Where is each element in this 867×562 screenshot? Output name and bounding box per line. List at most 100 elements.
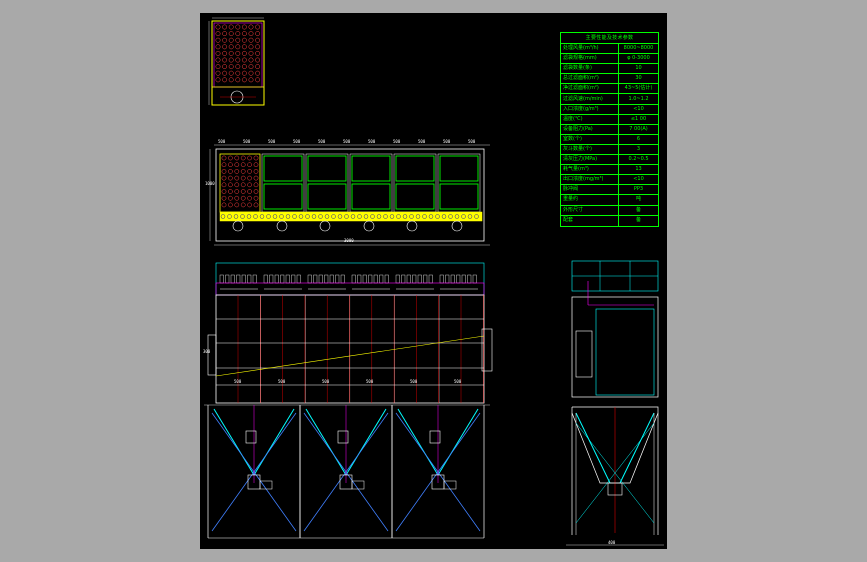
- filter-hole: [222, 77, 228, 83]
- side-elevation: 400: [566, 260, 664, 546]
- pulse-valve: [269, 274, 274, 284]
- filter-hole: [228, 24, 234, 30]
- filter-hole: [221, 175, 227, 181]
- pulse-valve: [291, 274, 296, 284]
- filter-hole: [253, 182, 259, 188]
- spec-param-value: 43~5(估计): [624, 85, 653, 92]
- pulse-valve: [467, 274, 472, 284]
- spec-row: 脉冲阀 PP3: [561, 185, 658, 196]
- spec-param-value: 10: [635, 65, 642, 72]
- pulse-valve: [423, 274, 428, 284]
- filter-hole: [248, 77, 254, 83]
- plan-dim-top: 500: [243, 139, 251, 144]
- spec-row: 出口浓度(mg/m³) <10: [561, 175, 658, 186]
- filter-hole: [228, 162, 233, 168]
- filter-hole: [215, 57, 221, 63]
- spec-param-name: 净过滤面积(m²): [561, 84, 619, 94]
- spec-row: 重量约 吨: [561, 195, 658, 206]
- spec-row: 清灰压力(MPa) 0.2~0.5: [561, 155, 658, 166]
- filter-hole: [228, 64, 234, 70]
- pulse-valve: [450, 274, 455, 284]
- filter-hole: [247, 189, 252, 194]
- filter-hole: [253, 195, 259, 201]
- front-dim-mid: 500: [322, 379, 330, 384]
- spec-param-value: 3: [636, 145, 641, 152]
- outlet-circle: [232, 220, 244, 232]
- pulse-valve: [318, 274, 323, 284]
- filter-plate-detail: [208, 17, 265, 106]
- filter-hole: [228, 77, 234, 83]
- filter-hole: [240, 169, 246, 174]
- filter-hole: [228, 37, 234, 43]
- spec-row: 过滤风速(m/min) 1.0~1.2: [561, 94, 658, 105]
- module-cell: [349, 153, 393, 213]
- spec-param-name: 配套: [561, 215, 619, 226]
- module-cell: [261, 153, 305, 213]
- filter-hole: [247, 169, 252, 174]
- front-dim-mid: 500: [410, 379, 418, 384]
- plan-view: 3000 1000 500 500 500 500 500 500 500 500 500 500…: [205, 139, 490, 246]
- filter-hole: [255, 70, 261, 76]
- filter-hole: [240, 195, 246, 201]
- filter-hole: [215, 64, 221, 70]
- spec-param-name: 出口浓度(mg/m³): [561, 175, 619, 185]
- spec-row: 耗气量(m³) 13: [561, 165, 658, 176]
- filter-hole: [241, 64, 247, 70]
- valve-motor: [443, 480, 457, 490]
- module-cell-bottom: [351, 183, 391, 210]
- filter-hole: [235, 24, 241, 30]
- filter-hole: [228, 155, 233, 161]
- spec-param-name: 室数(个): [561, 134, 619, 144]
- spec-row: 滤袋规格(mm) φ 0-3000: [561, 54, 658, 65]
- pulse-valve: [461, 274, 466, 284]
- spec-table-title: 主要性能及技术参数: [561, 33, 658, 44]
- pulse-valve: [313, 274, 318, 284]
- filter-hole: [234, 182, 240, 188]
- spec-row: 入口浓度(g/m³) <10: [561, 104, 658, 115]
- pulse-valve: [252, 274, 257, 284]
- filter-hole: [241, 37, 247, 43]
- pulse-valve: [340, 274, 345, 284]
- filter-hole: [247, 182, 252, 188]
- filter-hole: [247, 202, 252, 208]
- filter-hole: [235, 70, 241, 76]
- filter-hole: [235, 64, 241, 70]
- module-cell: [437, 153, 481, 213]
- spec-param-value: 30: [635, 75, 642, 82]
- filter-hole: [228, 182, 233, 188]
- pulse-valve: [406, 274, 411, 284]
- spec-param-name: 设备阻力(Pa): [561, 124, 619, 134]
- module-cell-top: [351, 155, 391, 182]
- filter-hole: [248, 44, 254, 50]
- front-dim-mid: 500: [234, 379, 242, 384]
- filter-hole: [235, 31, 241, 37]
- filter-hole: [215, 50, 221, 56]
- module-cell-top: [395, 155, 435, 182]
- filter-hole: [234, 175, 240, 181]
- module-cell-bottom: [395, 183, 435, 210]
- pulse-valve: [296, 274, 301, 284]
- access-door: [429, 430, 441, 444]
- pulse-valve: [219, 274, 224, 284]
- filter-hole: [248, 64, 254, 70]
- spec-param-name: 脉冲阀: [561, 185, 619, 195]
- filter-hole: [240, 189, 246, 194]
- filter-hole: [248, 50, 254, 56]
- pulse-valve: [445, 274, 450, 284]
- filter-hole: [255, 37, 261, 43]
- plan-dim-top: 500: [468, 139, 476, 144]
- filter-hole: [222, 37, 228, 43]
- filter-hole: [235, 77, 241, 83]
- module-cell-top: [439, 155, 479, 182]
- filter-hole: [221, 195, 227, 201]
- filter-hole: [241, 57, 247, 63]
- filter-hole: [235, 57, 241, 63]
- module-cell: [393, 153, 437, 213]
- front-dim-mid: 500: [454, 379, 462, 384]
- filter-hole: [228, 202, 233, 208]
- filter-hole: [234, 155, 240, 161]
- spec-param-name: 耗气量(m³): [561, 165, 619, 175]
- spec-row: 灰斗数量(个) 3: [561, 144, 658, 156]
- pulse-valve: [362, 274, 367, 284]
- spec-param-value: 备: [635, 206, 641, 213]
